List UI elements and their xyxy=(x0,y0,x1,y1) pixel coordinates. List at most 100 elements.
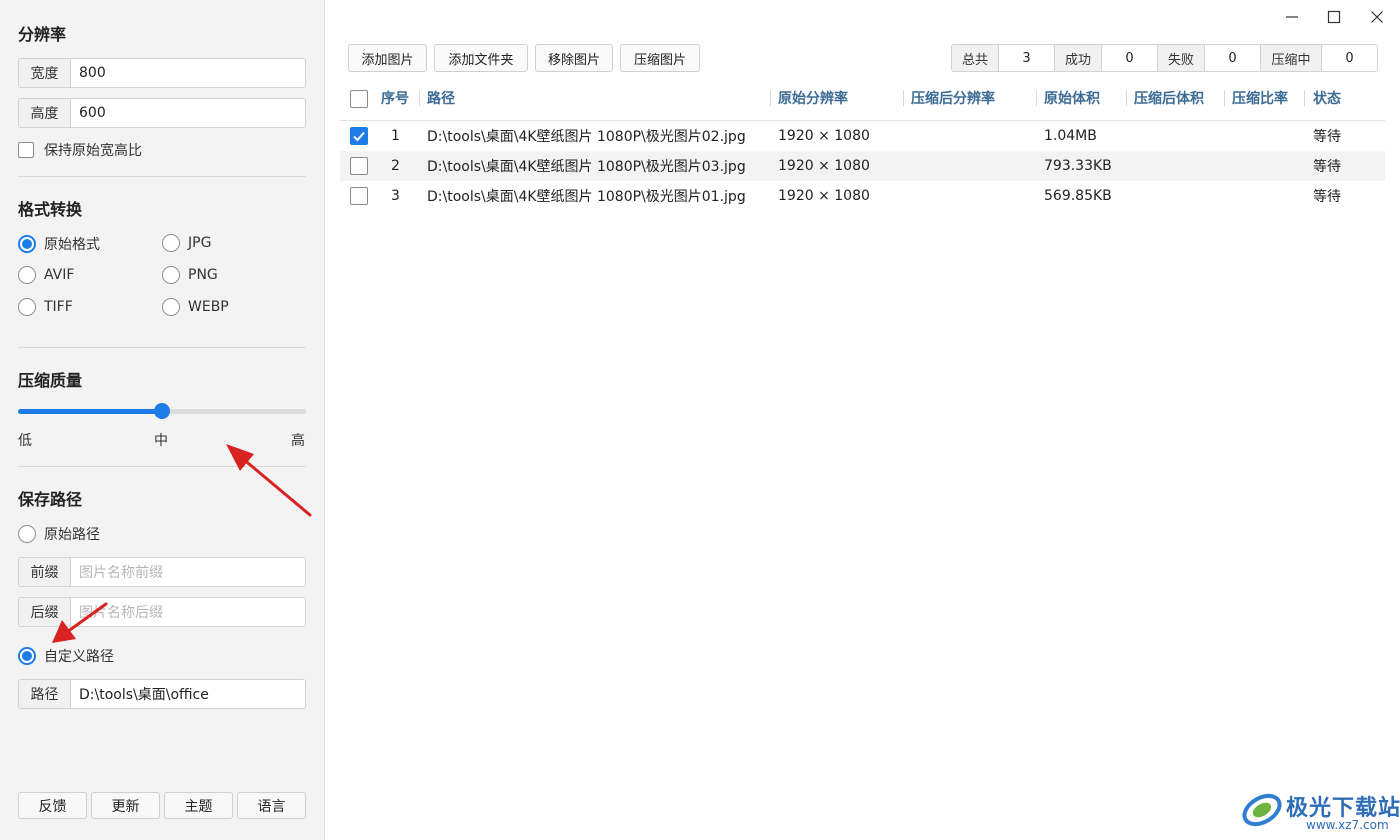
save-original-option[interactable]: 原始路径 xyxy=(18,524,100,544)
header-orig-size[interactable]: 原始体积 xyxy=(1044,84,1100,112)
row-orig-size: 793.33KB xyxy=(1044,158,1112,174)
save-path-title: 保存路径 xyxy=(18,490,83,509)
prefix-input[interactable]: 图片名称前缀 xyxy=(71,558,305,586)
row-status: 等待 xyxy=(1313,129,1341,145)
format-radio-avif[interactable] xyxy=(18,266,36,284)
row-checkbox[interactable] xyxy=(350,187,368,205)
select-all-checkbox[interactable] xyxy=(350,90,368,108)
save-custom-radio[interactable] xyxy=(18,647,36,665)
width-label: 宽度 xyxy=(19,59,71,87)
compress-image-button[interactable]: 压缩图片 xyxy=(620,44,700,72)
format-option-png[interactable]: PNG xyxy=(162,266,218,284)
format-radio-original[interactable] xyxy=(18,235,36,253)
theme-button[interactable]: 主题 xyxy=(164,792,233,819)
suffix-label: 后缀 xyxy=(19,598,71,626)
table-row[interactable]: 1 D:\tools\桌面\4K壁纸图片 1080P\极光图片02.jpg 19… xyxy=(340,121,1385,151)
stat-total-label: 总共 xyxy=(952,45,999,71)
format-title: 格式转换 xyxy=(18,200,83,219)
suffix-field[interactable]: 后缀 图片名称后缀 xyxy=(18,597,306,627)
header-orig-res[interactable]: 原始分辨率 xyxy=(778,84,848,112)
stat-compressing-label: 压缩中 xyxy=(1261,45,1322,71)
quality-title: 压缩质量 xyxy=(18,371,83,390)
watermark: 极光下载站 www.xz7.com xyxy=(1240,786,1400,836)
prefix-field[interactable]: 前缀 图片名称前缀 xyxy=(18,557,306,587)
format-option-webp[interactable]: WEBP xyxy=(162,298,229,316)
header-index[interactable]: 序号 xyxy=(381,84,409,112)
stat-fail-label: 失败 xyxy=(1158,45,1205,71)
quality-slider-thumb[interactable] xyxy=(154,403,170,419)
table-row[interactable]: 3 D:\tools\桌面\4K壁纸图片 1080P\极光图片01.jpg 19… xyxy=(340,181,1385,211)
app-window: 分辨率 宽度 800 高度 600 保持原始宽高比 格式转换 原始格式 JPG … xyxy=(0,0,1400,840)
header-status[interactable]: 状态 xyxy=(1313,84,1341,112)
quality-high-label: 高 xyxy=(291,433,305,449)
row-path: D:\tools\桌面\4K壁纸图片 1080P\极光图片03.jpg xyxy=(427,159,746,175)
stat-compressing-value: 0 xyxy=(1322,45,1377,71)
header-separator xyxy=(770,90,771,106)
row-orig-res: 1920 × 1080 xyxy=(778,188,870,204)
quality-slider-fill xyxy=(18,409,162,414)
width-field[interactable]: 宽度 800 xyxy=(18,58,306,88)
feedback-button[interactable]: 反馈 xyxy=(18,792,87,819)
format-option-original[interactable]: 原始格式 xyxy=(18,234,100,254)
add-image-button[interactable]: 添加图片 xyxy=(348,44,427,72)
quality-mid-label: 中 xyxy=(154,433,168,449)
save-original-label: 原始路径 xyxy=(44,527,100,543)
keep-ratio-option[interactable]: 保持原始宽高比 xyxy=(18,140,142,160)
height-input[interactable]: 600 xyxy=(71,99,305,127)
aurora-logo-icon xyxy=(1242,793,1282,827)
height-label: 高度 xyxy=(19,99,71,127)
maximize-icon[interactable] xyxy=(1322,6,1346,28)
format-option-tiff[interactable]: TIFF xyxy=(18,298,73,316)
save-original-radio[interactable] xyxy=(18,525,36,543)
row-index: 3 xyxy=(391,188,400,204)
save-custom-option[interactable]: 自定义路径 xyxy=(18,646,114,666)
row-status: 等待 xyxy=(1313,189,1341,205)
format-radio-webp[interactable] xyxy=(162,298,180,316)
row-checkbox[interactable] xyxy=(350,127,368,145)
format-radio-png[interactable] xyxy=(162,266,180,284)
stat-success-value: 0 xyxy=(1102,45,1158,71)
suffix-input[interactable]: 图片名称后缀 xyxy=(71,598,305,626)
height-field[interactable]: 高度 600 xyxy=(18,98,306,128)
width-input[interactable]: 800 xyxy=(71,59,305,87)
row-checkbox[interactable] xyxy=(350,157,368,175)
format-label-webp: WEBP xyxy=(188,299,229,315)
header-separator xyxy=(419,90,420,106)
quality-low-label: 低 xyxy=(18,433,32,449)
format-option-avif[interactable]: AVIF xyxy=(18,266,74,284)
format-option-jpg[interactable]: JPG xyxy=(162,234,211,252)
header-separator xyxy=(1224,90,1225,106)
table-row[interactable]: 2 D:\tools\桌面\4K壁纸图片 1080P\极光图片03.jpg 19… xyxy=(340,151,1385,181)
format-radio-tiff[interactable] xyxy=(18,298,36,316)
stat-total-value: 3 xyxy=(999,45,1055,71)
header-ratio[interactable]: 压缩比率 xyxy=(1232,84,1288,112)
keep-ratio-label: 保持原始宽高比 xyxy=(44,143,142,159)
language-button[interactable]: 语言 xyxy=(237,792,306,819)
close-icon[interactable] xyxy=(1365,6,1389,28)
row-index: 1 xyxy=(391,128,400,144)
row-orig-size: 1.04MB xyxy=(1044,128,1097,144)
remove-image-button[interactable]: 移除图片 xyxy=(535,44,613,72)
header-path[interactable]: 路径 xyxy=(427,84,455,112)
keep-ratio-checkbox[interactable] xyxy=(18,142,34,158)
update-button[interactable]: 更新 xyxy=(91,792,160,819)
header-new-res[interactable]: 压缩后分辨率 xyxy=(911,84,995,112)
minimize-icon[interactable] xyxy=(1280,6,1304,28)
table-header: 序号 路径 原始分辨率 压缩后分辨率 原始体积 压缩后体积 压缩比率 状态 xyxy=(340,84,1385,112)
header-new-size[interactable]: 压缩后体积 xyxy=(1134,84,1204,112)
stats-bar: 总共 3 成功 0 失败 0 压缩中 0 xyxy=(951,44,1378,72)
row-path: D:\tools\桌面\4K壁纸图片 1080P\极光图片02.jpg xyxy=(427,129,746,145)
row-index: 2 xyxy=(391,158,400,174)
divider xyxy=(18,176,306,177)
settings-sidebar: 分辨率 宽度 800 高度 600 保持原始宽高比 格式转换 原始格式 JPG … xyxy=(0,0,325,840)
row-orig-size: 569.85KB xyxy=(1044,188,1112,204)
format-label-tiff: TIFF xyxy=(44,299,73,315)
format-radio-jpg[interactable] xyxy=(162,234,180,252)
add-folder-button[interactable]: 添加文件夹 xyxy=(434,44,528,72)
format-label-avif: AVIF xyxy=(44,267,75,283)
divider xyxy=(18,466,306,467)
stat-success-label: 成功 xyxy=(1055,45,1102,71)
custom-path-input[interactable]: D:\tools\桌面\office xyxy=(71,680,305,708)
custom-path-field[interactable]: 路径 D:\tools\桌面\office xyxy=(18,679,306,709)
format-label-png: PNG xyxy=(188,267,218,283)
